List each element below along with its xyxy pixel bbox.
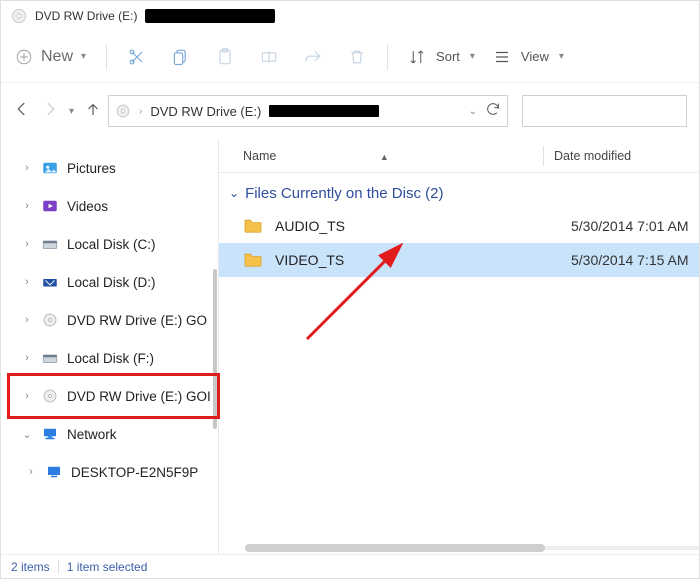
column-date-label: Date modified — [554, 149, 631, 163]
file-row[interactable]: AUDIO_TS5/30/2014 7:01 AM — [219, 209, 699, 243]
file-row[interactable]: VIDEO_TS5/30/2014 7:15 AM — [219, 243, 699, 277]
redacted-path-suffix — [269, 105, 379, 117]
horizontal-scrollbar[interactable] — [245, 542, 699, 554]
tree-item[interactable]: › Local Disk (F:) — [1, 339, 218, 377]
sort-icon — [408, 48, 426, 66]
chevron-down-icon: ▾ — [559, 51, 564, 62]
column-name-label: Name — [243, 149, 276, 163]
share-icon[interactable] — [303, 47, 323, 67]
tree-item-current[interactable]: › DVD RW Drive (E:) GOI — [1, 377, 218, 415]
chevron-down-icon: ▾ — [470, 51, 475, 62]
disk-blue-icon — [41, 273, 59, 291]
disk-icon — [41, 235, 59, 253]
forward-button[interactable] — [41, 100, 59, 123]
tree-item-label: Local Disk (D:) — [67, 275, 218, 290]
videos-icon — [41, 197, 59, 215]
sort-label: Sort — [436, 49, 460, 64]
network-icon — [41, 425, 59, 443]
folder-icon — [243, 217, 265, 235]
window-title: DVD RW Drive (E:) — [35, 9, 137, 23]
view-label: View — [521, 49, 549, 64]
pictures-icon — [41, 159, 59, 177]
view-button[interactable]: View ▾ — [493, 48, 564, 66]
sort-button[interactable]: Sort ▾ — [408, 48, 475, 66]
up-button[interactable] — [84, 100, 102, 123]
column-headers: Name ▲ Date modified — [219, 139, 699, 173]
toolbar: New ▾ Sort ▾ View ▾ — [1, 31, 699, 83]
file-name: AUDIO_TS — [275, 218, 571, 234]
refresh-button[interactable] — [485, 101, 501, 122]
delete-icon[interactable] — [347, 47, 367, 67]
rename-icon[interactable] — [259, 47, 279, 67]
column-name[interactable]: Name ▲ — [243, 149, 543, 163]
dvd-icon — [41, 387, 59, 405]
expand-icon[interactable]: › — [21, 238, 33, 250]
tree-item[interactable]: ⌄ Network — [1, 415, 218, 453]
search-input[interactable] — [522, 95, 687, 127]
status-bar: 2 items 1 item selected — [1, 554, 699, 578]
tree-item-label: Videos — [67, 199, 218, 214]
breadcrumb[interactable]: DVD RW Drive (E:) — [150, 104, 261, 119]
tree-item-label: Pictures — [67, 161, 218, 176]
expand-icon[interactable]: › — [25, 466, 37, 478]
disk-icon — [41, 349, 59, 367]
address-bar[interactable]: › DVD RW Drive (E:) ⌄ — [108, 95, 508, 127]
expand-icon[interactable]: › — [21, 276, 33, 288]
navigation-tree: › Pictures › Videos › Local Disk (C:) › Local D… — [1, 139, 219, 554]
tree-item-label: Local Disk (F:) — [67, 351, 218, 366]
file-date: 5/30/2014 7:01 AM — [571, 218, 689, 234]
folder-icon — [243, 251, 265, 269]
tree-item[interactable]: › Videos — [1, 187, 218, 225]
group-header-label: Files Currently on the Disc (2) — [245, 185, 443, 202]
status-selection: 1 item selected — [67, 560, 148, 574]
expand-icon[interactable]: › — [21, 200, 33, 212]
column-date[interactable]: Date modified — [554, 149, 699, 163]
tree-item[interactable]: › DESKTOP-E2N5F9P — [1, 453, 218, 491]
dvd-icon — [115, 103, 131, 119]
tree-item-label: DVD RW Drive (E:) GO — [67, 313, 218, 328]
expand-icon[interactable]: › — [21, 162, 33, 174]
new-button[interactable]: New ▾ — [15, 48, 86, 66]
tree-item[interactable]: › Local Disk (D:) — [1, 263, 218, 301]
chevron-right-icon[interactable]: › — [139, 106, 142, 117]
file-name: VIDEO_TS — [275, 252, 571, 268]
sort-indicator-icon: ▲ — [380, 152, 389, 162]
expand-icon[interactable]: › — [21, 390, 33, 402]
chevron-down-icon: ▾ — [81, 51, 86, 62]
expand-icon[interactable]: ⌄ — [21, 428, 33, 441]
expand-icon[interactable]: › — [21, 314, 33, 326]
title-bar: DVD RW Drive (E:) — [1, 1, 699, 31]
dvd-icon — [11, 8, 27, 24]
back-button[interactable] — [13, 100, 31, 123]
tree-item[interactable]: › Pictures — [1, 149, 218, 187]
address-history-button[interactable]: ⌄ — [469, 106, 477, 117]
dvd-icon — [41, 311, 59, 329]
group-header[interactable]: ⌄ Files Currently on the Disc (2) — [219, 177, 699, 209]
expand-icon[interactable]: › — [21, 352, 33, 364]
chevron-down-icon: ⌄ — [229, 186, 239, 200]
pc-icon — [45, 463, 63, 481]
tree-item-label: DESKTOP-E2N5F9P — [71, 465, 218, 480]
file-list-pane: Name ▲ Date modified ⌄ Files Currently o… — [219, 139, 699, 554]
plus-circle-icon — [15, 48, 33, 66]
tree-item[interactable]: › DVD RW Drive (E:) GO — [1, 301, 218, 339]
recent-locations-button[interactable]: ▾ — [69, 106, 74, 117]
cut-icon[interactable] — [127, 47, 147, 67]
view-list-icon — [493, 48, 511, 66]
tree-item[interactable]: › Local Disk (C:) — [1, 225, 218, 263]
tree-item-label: Local Disk (C:) — [67, 237, 218, 252]
scrollbar[interactable] — [213, 269, 217, 429]
copy-icon[interactable] — [171, 47, 191, 67]
file-date: 5/30/2014 7:15 AM — [571, 252, 689, 268]
address-row: ▾ › DVD RW Drive (E:) ⌄ — [1, 83, 699, 139]
status-item-count: 2 items — [11, 560, 50, 574]
tree-item-label: Network — [67, 427, 218, 442]
redacted-title-suffix — [145, 9, 275, 23]
tree-item-label: DVD RW Drive (E:) GOI — [67, 389, 218, 404]
new-label: New — [41, 48, 73, 66]
paste-icon[interactable] — [215, 47, 235, 67]
